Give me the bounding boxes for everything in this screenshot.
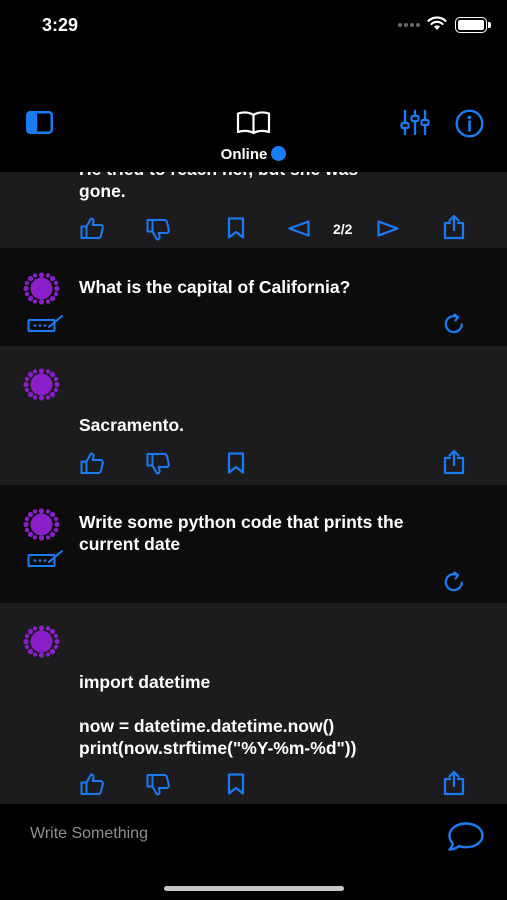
message-text: What is the capital of California? — [79, 277, 351, 297]
ai-message: He tried to reach her, but she was gone.… — [0, 172, 507, 248]
edit-message-icon[interactable] — [27, 549, 64, 569]
response-pager: 2/2 — [333, 221, 353, 237]
status-time: 3:29 — [42, 15, 79, 35]
user-avatar — [23, 272, 60, 305]
ai-message: Sacramento. — [0, 346, 507, 485]
book-icon[interactable] — [236, 111, 271, 135]
user-message: What is the capital of California? — [0, 248, 507, 346]
ai-message: import datetime now = datetime.datetime.… — [0, 603, 507, 804]
thumbs-down-icon[interactable] — [145, 452, 171, 476]
user-message: Write some python code that prints the c… — [0, 485, 507, 603]
message-text: Sacramento. — [79, 415, 185, 435]
regenerate-icon[interactable] — [442, 312, 466, 336]
message-text: Write some python code that prints the c… — [79, 512, 404, 554]
wifi-icon — [427, 16, 447, 30]
connection-status-label: Online — [220, 146, 268, 163]
thumbs-up-icon[interactable] — [79, 451, 105, 475]
home-indicator[interactable] — [164, 886, 344, 891]
thumbs-up-icon[interactable] — [79, 216, 105, 240]
share-icon[interactable] — [442, 770, 466, 796]
previous-response-icon[interactable] — [288, 220, 310, 237]
share-icon[interactable] — [442, 214, 466, 240]
share-icon[interactable] — [442, 449, 466, 475]
user-avatar — [23, 508, 60, 541]
regenerate-icon[interactable] — [442, 570, 466, 594]
code-response-text: import datetime now = datetime.datetime.… — [79, 672, 357, 758]
bookmark-icon[interactable] — [227, 452, 245, 474]
thumbs-up-icon[interactable] — [79, 772, 105, 796]
message-text: gone. — [79, 181, 126, 201]
next-response-icon[interactable] — [377, 220, 399, 237]
assistant-avatar — [23, 625, 60, 658]
bookmark-icon[interactable] — [227, 773, 245, 795]
nav-bar: Online — [0, 50, 507, 172]
assistant-avatar — [23, 368, 60, 401]
info-icon[interactable] — [455, 109, 484, 138]
composer-bar: Write Something — [0, 804, 507, 900]
online-indicator-dot — [271, 146, 287, 161]
connection-status: Online — [0, 146, 507, 163]
status-bar: 3:29 — [0, 0, 507, 50]
battery-icon — [455, 17, 491, 33]
bookmark-icon[interactable] — [227, 217, 245, 239]
thumbs-down-icon[interactable] — [145, 218, 171, 242]
sliders-icon[interactable] — [400, 109, 430, 136]
sidebar-toggle-icon[interactable] — [26, 111, 53, 134]
thumbs-down-icon[interactable] — [145, 773, 171, 797]
chat-list[interactable]: He tried to reach her, but she was gone.… — [0, 172, 507, 804]
message-input[interactable]: Write Something — [30, 825, 148, 843]
signal-icon — [398, 23, 420, 29]
message-text-partial: He tried to reach her, but she was — [79, 172, 358, 180]
send-chat-bubble-icon[interactable] — [447, 821, 485, 852]
edit-message-icon[interactable] — [27, 314, 64, 334]
